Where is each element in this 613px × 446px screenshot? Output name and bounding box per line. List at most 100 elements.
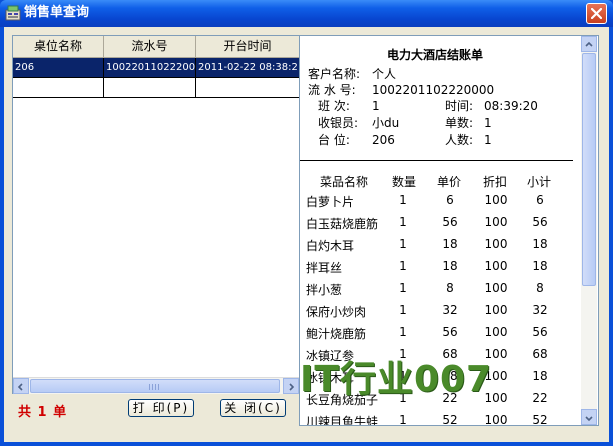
receipt-divider [300,160,573,161]
item-subtotal: 18 [532,259,548,273]
scroll-thumb[interactable] [582,53,596,286]
cell-serial: 10022011022200000 [104,58,196,78]
cell-open-time: 2011-02-22 08:38:2 [196,58,299,78]
table-label: 台 位: [318,133,350,147]
app-icon [5,5,21,21]
item-qty: 1 [399,259,407,273]
column-header-open-time[interactable]: 开台时间 [196,36,299,57]
item-subtotal: 52 [532,413,548,426]
item-discount: 100 [484,413,508,426]
orders-value: 1 [484,116,492,130]
arrow-up-icon [585,41,593,47]
list-item: 拌耳丝 1 18 100 18 [300,259,580,281]
time-value: 08:39:20 [484,99,538,113]
people-label: 人数: [445,133,474,147]
window-title: 销售单查询 [24,5,90,20]
arrow-down-icon [585,416,593,422]
arrow-right-icon [289,383,295,391]
window-close-button[interactable] [586,3,607,24]
scroll-thumb[interactable] [30,379,280,393]
header-discount: 折扣 [483,175,508,189]
item-price: 18 [442,259,458,273]
item-name: 白萝卜片 [306,195,355,209]
item-qty: 1 [399,237,407,251]
item-price: 52 [442,413,458,426]
header-subtotal: 小计 [527,175,552,189]
list-item: 鲍汁烧鹿筋 1 56 100 56 [300,325,580,347]
item-name: 白灼木耳 [306,239,355,253]
item-discount: 100 [484,237,508,251]
item-discount: 100 [484,193,508,207]
sales-query-window: 销售单查询 桌位名称 流水号 开台时间 206 1002201102220000… [0,0,613,446]
receipt-title: 电力大酒店结账单 [386,48,483,62]
order-count-label: 共 1 单 [18,405,68,420]
item-qty: 1 [399,193,407,207]
item-subtotal: 18 [532,237,548,251]
item-price: 6 [446,193,454,207]
item-subtotal: 22 [532,391,548,405]
customer-label: 客户名称: [308,67,361,81]
item-name: 鲍汁烧鹿筋 [306,327,367,341]
horizontal-scrollbar[interactable] [13,377,299,394]
list-item: 保府小炒肉 1 32 100 32 [300,303,580,325]
close-icon [591,8,602,19]
scroll-left-button[interactable] [13,378,29,394]
serial-value: 1002201102220000 [372,83,495,97]
list-header: 桌位名称 流水号 开台时间 [13,36,299,58]
item-discount: 100 [484,281,508,295]
column-header-serial[interactable]: 流水号 [104,36,196,57]
orders-label: 单数: [445,116,474,130]
arrow-left-icon [17,383,23,391]
column-header-table[interactable]: 桌位名称 [13,36,104,57]
order-list: 桌位名称 流水号 开台时间 206 10022011022200000 2011… [12,35,300,394]
close-button[interactable]: 关 闭(C) [220,399,286,417]
header-item-name: 菜品名称 [320,175,369,189]
scroll-right-button[interactable] [283,378,299,394]
cell-empty [104,78,196,98]
scroll-up-button[interactable] [581,36,597,52]
item-name: 川辣目鱼牛蛙 [306,415,379,426]
list-item: 川辣目鱼牛蛙 1 52 100 52 [300,413,580,426]
item-discount: 100 [484,325,508,339]
serial-label: 流 水 号: [308,83,356,97]
item-subtotal: 56 [532,325,548,339]
people-value: 1 [484,133,492,147]
cell-empty [196,78,299,98]
item-subtotal: 8 [536,281,544,295]
item-qty: 1 [399,215,407,229]
watermark: IT行业007 [300,359,493,400]
item-price: 18 [442,237,458,251]
item-name: 白玉菇烧鹿筋 [306,217,379,231]
cashier-value: 小du [372,116,400,130]
table-row[interactable]: 206 10022011022200000 2011-02-22 08:38:2 [13,58,299,78]
scroll-down-button[interactable] [581,409,597,425]
header-price: 单价 [437,175,462,189]
item-qty: 1 [399,281,407,295]
item-subtotal: 32 [532,303,548,317]
item-name: 拌耳丝 [306,261,343,275]
vertical-scrollbar[interactable] [581,36,597,425]
item-price: 56 [442,325,458,339]
cell-empty [13,78,104,98]
title-bar[interactable]: 销售单查询 [0,0,613,27]
item-price: 32 [442,303,458,317]
item-subtotal: 56 [532,215,548,229]
item-qty: 1 [399,303,407,317]
item-price: 56 [442,215,458,229]
shift-value: 1 [372,99,380,113]
item-discount: 100 [484,303,508,317]
item-discount: 100 [484,215,508,229]
item-subtotal: 6 [536,193,544,207]
item-subtotal: 68 [532,347,548,361]
list-item: 拌小葱 1 8 100 8 [300,281,580,303]
time-label: 时间: [445,99,474,113]
table-row-empty[interactable] [13,78,299,98]
item-subtotal: 18 [532,369,548,383]
item-name: 拌小葱 [306,283,343,297]
print-button[interactable]: 打 印(P) [128,399,194,417]
customer-value: 个人 [372,67,397,81]
item-qty: 1 [399,413,407,426]
shift-label: 班 次: [318,99,350,113]
list-item: 白萝卜片 1 6 100 6 [300,193,580,215]
cashier-label: 收银员: [318,116,359,130]
